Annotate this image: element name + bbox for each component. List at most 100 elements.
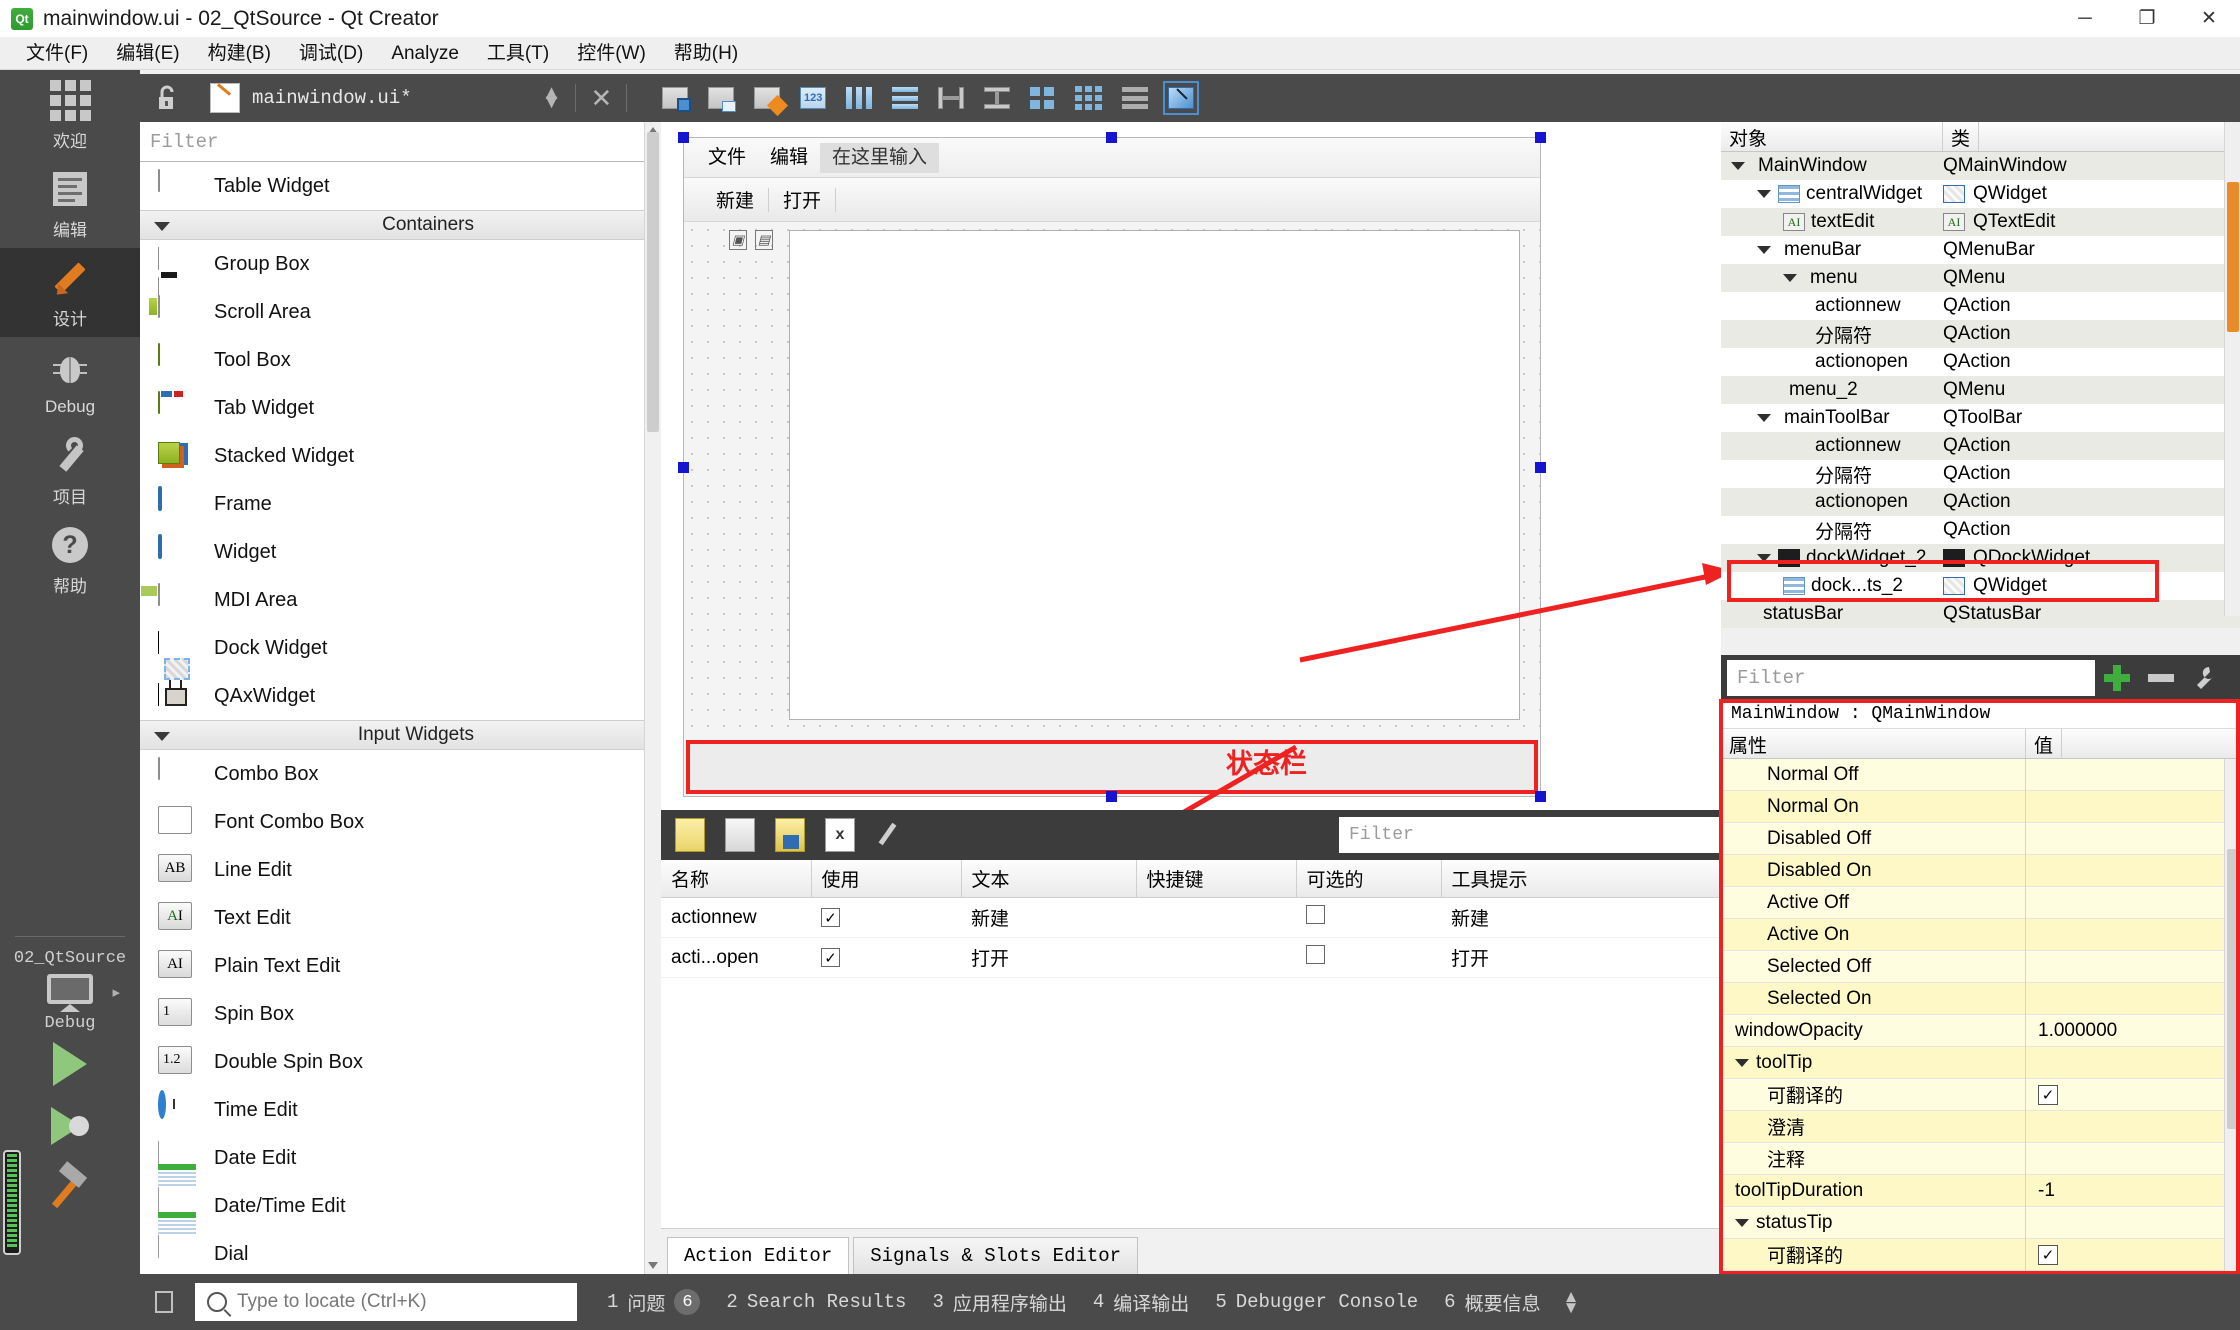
property-row-windowOpacity[interactable]: windowOpacity 1.000000 (1721, 1014, 2240, 1047)
selection-handle[interactable] (678, 462, 689, 473)
run-button[interactable] (0, 1033, 140, 1095)
chevron-down-icon[interactable] (1757, 554, 1771, 562)
action-used[interactable]: ✓ (811, 897, 961, 938)
object-row-actionopen[interactable]: actionopen QAction (1721, 488, 2240, 516)
property-row-statusTip[interactable]: statusTip (1721, 1206, 2240, 1239)
layout-adjust-icon[interactable]: ▤ (755, 230, 773, 250)
property-row-澄清[interactable]: 澄清 (1721, 1110, 2240, 1143)
delete-action-icon[interactable]: x (825, 818, 855, 852)
scroll-down-icon[interactable] (648, 1262, 658, 1269)
property-rows[interactable]: Normal Off Normal On Disabled Off Disabled … (1721, 758, 2240, 1271)
menu-item-6[interactable]: 控件(W) (563, 37, 660, 70)
property-row-Normal On[interactable]: Normal On (1721, 790, 2240, 823)
mode-item-欢迎[interactable]: 欢迎 (0, 70, 140, 159)
form-menu-1[interactable]: 编辑 (758, 143, 820, 173)
object-row-分隔符[interactable]: 分隔符 QAction (1721, 460, 2240, 488)
layout-grid-button[interactable] (1027, 83, 1059, 113)
widget-item-dial[interactable]: Dial (140, 1230, 659, 1274)
chevron-down-icon[interactable] (1735, 1058, 1749, 1067)
widget-item-dock-widget[interactable]: Dock Widget (140, 624, 659, 706)
widget-item-tab-widget[interactable]: Tab Widget (140, 384, 659, 432)
property-row-可翻译的[interactable]: 可翻译的 ✓ (1721, 1078, 2240, 1111)
mode-item-设计[interactable]: 设计 (0, 248, 140, 337)
widget-item-time-edit[interactable]: Time Edit (140, 1086, 659, 1134)
object-row-menu_2[interactable]: menu_2 QMenu (1721, 376, 2240, 404)
form-designer-canvas[interactable]: 文件 编辑 在这里输入 新建 打开 ▣ ▤ 状态栏 (661, 122, 1721, 810)
property-row-Normal Off[interactable]: Normal Off (1721, 758, 2240, 791)
form-toolbar-action-1[interactable]: 打开 (769, 186, 835, 213)
chevron-down-icon[interactable] (1757, 414, 1771, 422)
property-row-可翻译的[interactable]: 可翻译的 ✓ (1721, 1238, 2240, 1271)
chevron-down-icon[interactable] (1783, 274, 1797, 282)
widget-item-scroll-area[interactable]: Scroll Area (140, 288, 659, 336)
chevron-down-icon[interactable] (1757, 246, 1771, 254)
output-pane-1[interactable]: 1 问题 6 (607, 1289, 701, 1316)
action-row[interactable]: actionnew ✓ 新建 新建 (661, 897, 1721, 938)
action-used[interactable]: ✓ (811, 937, 961, 978)
object-row-dockWidget_2[interactable]: dockWidget_2 QDockWidget (1721, 544, 2240, 572)
widget-item-frame[interactable]: Frame (140, 480, 659, 528)
widget-item-mdi-area[interactable]: MDI Area (140, 576, 659, 624)
toggle-sidebar-icon[interactable] (155, 1291, 173, 1313)
open-document-tab[interactable]: mainwindow.ui* (210, 83, 412, 113)
widget-box-filter[interactable]: Filter (140, 122, 659, 162)
property-row-Active On[interactable]: Active On (1721, 918, 2240, 951)
object-inspector-tree[interactable]: MainWindow QMainWindow centralWidget QWidge… (1721, 152, 2240, 628)
action-row[interactable]: acti...open ✓ 打开 打开 (661, 937, 1721, 978)
property-filter-input[interactable]: Filter (1727, 660, 2095, 696)
form-central-widget[interactable]: ▣ ▤ (684, 222, 1540, 738)
minimize-button[interactable]: ─ (2054, 0, 2116, 37)
form-menu-0[interactable]: 文件 (696, 143, 758, 173)
object-inspector-scrollbar[interactable] (2224, 122, 2240, 616)
widget-item-table-widget[interactable]: Table Widget (140, 162, 659, 210)
mode-item-Debug[interactable]: Debug (0, 337, 140, 426)
menu-item-1[interactable]: 编辑(E) (102, 37, 193, 70)
mode-item-编辑[interactable]: 编辑 (0, 159, 140, 248)
scrollbar-thumb[interactable] (2227, 849, 2239, 1129)
layout-splitter-vertical-button[interactable] (981, 83, 1013, 113)
output-pane-4[interactable]: 4 编译输出 (1093, 1289, 1189, 1316)
object-row-actionopen[interactable]: actionopen QAction (1721, 348, 2240, 376)
menu-item-4[interactable]: Analyze (377, 37, 473, 70)
property-row-Active Off[interactable]: Active Off (1721, 886, 2240, 919)
widget-item-font-combo-box[interactable]: Font Combo Box (140, 798, 659, 846)
menu-item-3[interactable]: 调试(D) (285, 37, 377, 70)
selection-handle[interactable] (1535, 791, 1546, 802)
output-pane-2[interactable]: 2 Search Results (726, 1291, 906, 1313)
widget-item-line-edit[interactable]: AB Line Edit (140, 846, 659, 894)
object-row-mainToolBar[interactable]: mainToolBar QToolBar (1721, 404, 2240, 432)
form-preview-window[interactable]: 文件 编辑 在这里输入 新建 打开 ▣ ▤ (683, 137, 1541, 797)
widget-item-double-spin-box[interactable]: 1.2 Double Spin Box (140, 1038, 659, 1086)
edit-tab-order-button[interactable]: 123 (797, 83, 829, 113)
property-row-Disabled On[interactable]: Disabled On (1721, 854, 2240, 887)
break-layout-button[interactable] (1119, 83, 1151, 113)
widget-box-list[interactable]: Table Widget Containers Group Box Scroll Ar… (140, 162, 659, 1274)
edit-widgets-button[interactable] (659, 83, 692, 113)
object-row-分隔符[interactable]: 分隔符 QAction (1721, 320, 2240, 348)
updown-arrows-icon[interactable]: ▲ ▼ (542, 83, 562, 112)
property-row-注释[interactable]: 注释 (1721, 1142, 2240, 1175)
widget-category-Input Widgets[interactable]: Input Widgets (140, 720, 659, 750)
unlock-icon[interactable] (152, 83, 182, 113)
object-row-dock...ts_2[interactable]: dock...ts_2 QWidget (1721, 572, 2240, 600)
property-row-toolTip[interactable]: toolTip (1721, 1046, 2240, 1079)
output-pane-5[interactable]: 5 Debugger Console (1215, 1291, 1418, 1313)
object-row-textEdit[interactable]: AI textEdit AI QTextEdit (1721, 208, 2240, 236)
form-toolbar-action-0[interactable]: 新建 (702, 186, 768, 213)
widget-item-date-edit[interactable]: Date Edit (140, 1134, 659, 1210)
edit-buddies-button[interactable] (751, 83, 789, 117)
output-pane-6[interactable]: 6 概要信息 (1444, 1289, 1540, 1316)
scrollbar-thumb[interactable] (647, 132, 659, 432)
property-row-Selected On[interactable]: Selected On (1721, 982, 2240, 1015)
menu-item-2[interactable]: 构建(B) (194, 37, 285, 70)
form-menu-placeholder[interactable]: 在这里输入 (820, 142, 940, 173)
form-menu-bar[interactable]: 文件 编辑 在这里输入 (684, 138, 1540, 178)
form-status-bar[interactable] (686, 740, 1538, 794)
scrollbar-thumb[interactable] (2227, 182, 2239, 332)
action-editor-filter[interactable]: Filter (1339, 817, 1719, 853)
layout-horizontally-button[interactable] (843, 83, 875, 113)
action-table-body[interactable]: actionnew ✓ 新建 新建 acti...open ✓ 打开 打开 (661, 897, 1721, 978)
build-button[interactable] (0, 1157, 140, 1219)
property-editor-scrollbar[interactable] (2224, 759, 2240, 1274)
widget-item-tool-box[interactable]: Tool Box (140, 336, 659, 384)
